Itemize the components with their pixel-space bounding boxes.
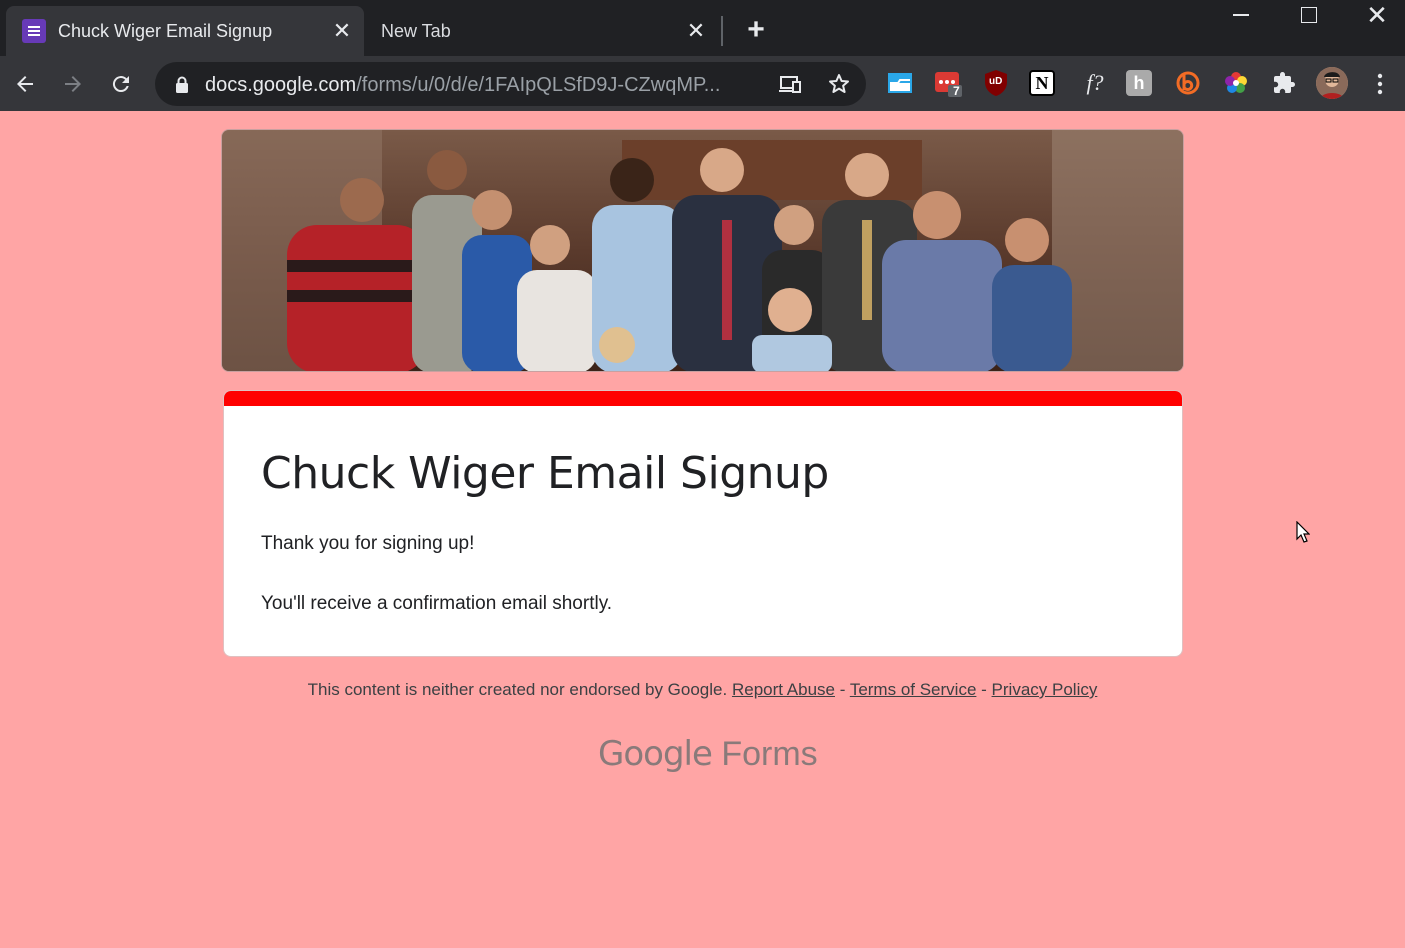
terms-of-service-link[interactable]: Terms of Service [850, 680, 977, 699]
tab-chuck-wiger-email-signup[interactable]: Chuck Wiger Email Signup ✕ [6, 6, 364, 56]
formula-label: f? [1086, 70, 1104, 95]
forward-arrow-icon [65, 76, 81, 92]
confirmation-card: Chuck Wiger Email Signup Thank you for s… [223, 390, 1183, 657]
h-extension-icon[interactable]: h [1126, 70, 1152, 96]
honey-extension-icon[interactable] [1173, 68, 1203, 98]
address-bar[interactable]: docs.google.com/forms/u/0/d/e/1FAIpQLSfD… [155, 62, 866, 106]
notion-extension-icon[interactable]: N [1029, 70, 1055, 96]
google-wordmark: Google [598, 734, 713, 774]
puzzle-extensions-icon[interactable] [1269, 68, 1299, 98]
privacy-policy-link[interactable]: Privacy Policy [992, 680, 1098, 699]
close-tab-icon[interactable]: ✕ [678, 13, 714, 49]
google-forms-icon [22, 19, 46, 43]
h-label: h [1133, 72, 1145, 93]
back-arrow-icon [17, 76, 33, 92]
footer: This content is neither created nor endo… [0, 680, 1405, 700]
card-accent-bar [224, 391, 1182, 406]
new-tab-button[interactable]: + [738, 12, 774, 48]
minimize-button[interactable] [1207, 0, 1275, 30]
screen-capture-extension-icon[interactable] [885, 68, 915, 98]
report-abuse-link[interactable]: Report Abuse [732, 680, 835, 699]
tab-divider [721, 16, 723, 46]
footer-disclaimer: This content is neither created nor endo… [307, 680, 728, 699]
footer-separator: - [981, 680, 987, 699]
lock-icon [176, 76, 188, 93]
forward-button[interactable] [53, 64, 93, 104]
close-tab-icon[interactable]: ✕ [324, 13, 360, 49]
extension-badge: 7 [953, 84, 960, 98]
confirmation-detail: You'll receive a confirmation email shor… [261, 593, 613, 614]
tab-strip: Chuck Wiger Email Signup ✕ New Tab ✕ + ✕ [0, 0, 1405, 56]
confirmation-message: Thank you for signing up! [261, 533, 475, 554]
google-forms-logo[interactable]: Google Forms [598, 734, 818, 774]
close-window-button[interactable]: ✕ [1343, 0, 1405, 30]
install-app-icon[interactable] [775, 68, 807, 100]
chrome-menu-icon[interactable] [1360, 64, 1400, 104]
header-banner-image [221, 129, 1184, 372]
color-wheel-extension-icon[interactable] [1221, 68, 1251, 98]
ublock-label: uD [989, 76, 1003, 87]
tab-title: Chuck Wiger Email Signup [58, 20, 273, 41]
formula-extension-icon[interactable]: f? [1077, 68, 1113, 98]
footer-separator: - [839, 680, 846, 699]
mouse-cursor-icon [1296, 521, 1310, 543]
tab-new-tab[interactable]: New Tab ✕ [366, 6, 718, 56]
todo-extension-icon[interactable]: 7 [933, 68, 963, 98]
back-button[interactable] [5, 64, 45, 104]
forms-wordmark: Forms [721, 735, 818, 773]
maximize-button[interactable] [1275, 0, 1343, 30]
bookmark-star-icon[interactable] [823, 68, 855, 100]
url-text: docs.google.com/forms/u/0/d/e/1FAIpQLSfD… [205, 74, 721, 96]
form-title: Chuck Wiger Email Signup [261, 448, 829, 499]
reload-icon [112, 76, 129, 93]
notion-label: N [1035, 72, 1049, 93]
reload-button[interactable] [101, 64, 141, 104]
tab-title: New Tab [381, 20, 451, 41]
ublock-extension-icon[interactable]: uD [981, 68, 1011, 98]
avatar[interactable] [1316, 67, 1348, 99]
browser-toolbar: docs.google.com/forms/u/0/d/e/1FAIpQLSfD… [0, 56, 1405, 111]
